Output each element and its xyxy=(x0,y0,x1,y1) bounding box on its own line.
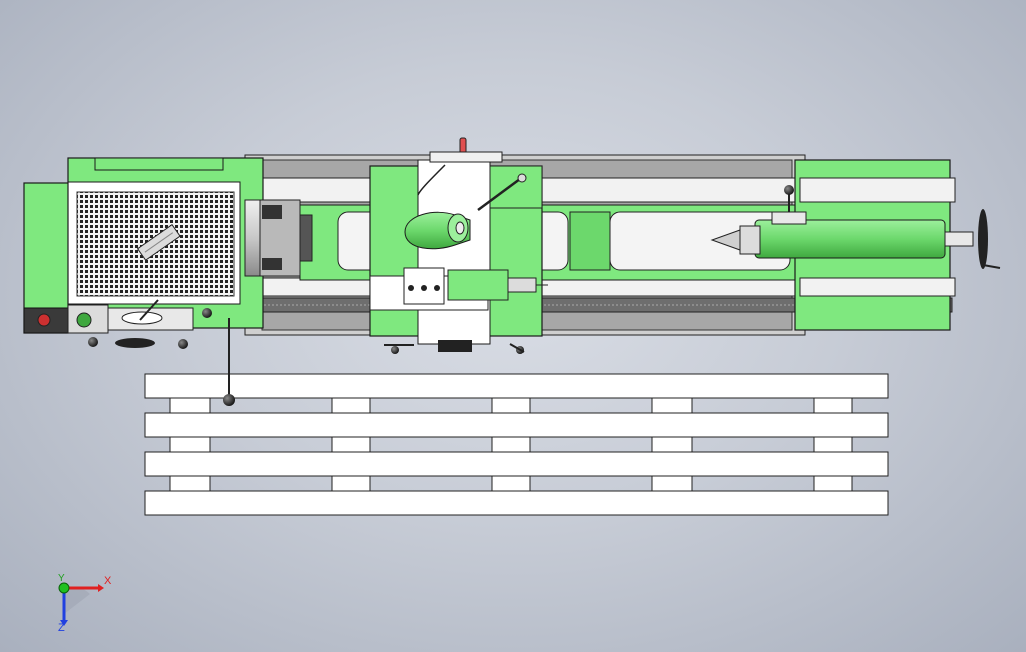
lever-knob-icon[interactable] xyxy=(178,339,188,349)
lever-knob-icon[interactable] xyxy=(202,308,212,318)
lever-knob-icon[interactable] xyxy=(88,337,98,347)
pallet-plank-1 xyxy=(144,373,889,399)
axis-y-dot xyxy=(58,582,70,594)
tailstock-lock-knob-icon[interactable] xyxy=(784,185,794,195)
apron-knob-icon[interactable] xyxy=(391,346,399,354)
pallet-plank-3 xyxy=(144,451,889,477)
cad-viewport[interactable] xyxy=(0,0,1026,652)
pallet-plank-2 xyxy=(144,412,889,438)
emergency-stop-icon[interactable] xyxy=(37,313,51,327)
pallet xyxy=(144,373,889,516)
coordinate-triad xyxy=(58,582,104,626)
carriage[interactable] xyxy=(369,159,548,354)
axis-y-label: Y xyxy=(58,573,65,584)
axis-x-label: X xyxy=(104,575,112,587)
tailstock-handwheel[interactable] xyxy=(978,209,988,269)
pallet-blocks xyxy=(169,395,853,493)
apron-handwheel[interactable] xyxy=(438,340,472,352)
headstock[interactable] xyxy=(67,157,264,329)
tool-rest-cone[interactable] xyxy=(404,211,471,250)
speed-dial-icon[interactable] xyxy=(76,312,92,328)
axis-z-label: Z xyxy=(58,622,65,634)
pallet-plank-4 xyxy=(144,490,889,516)
